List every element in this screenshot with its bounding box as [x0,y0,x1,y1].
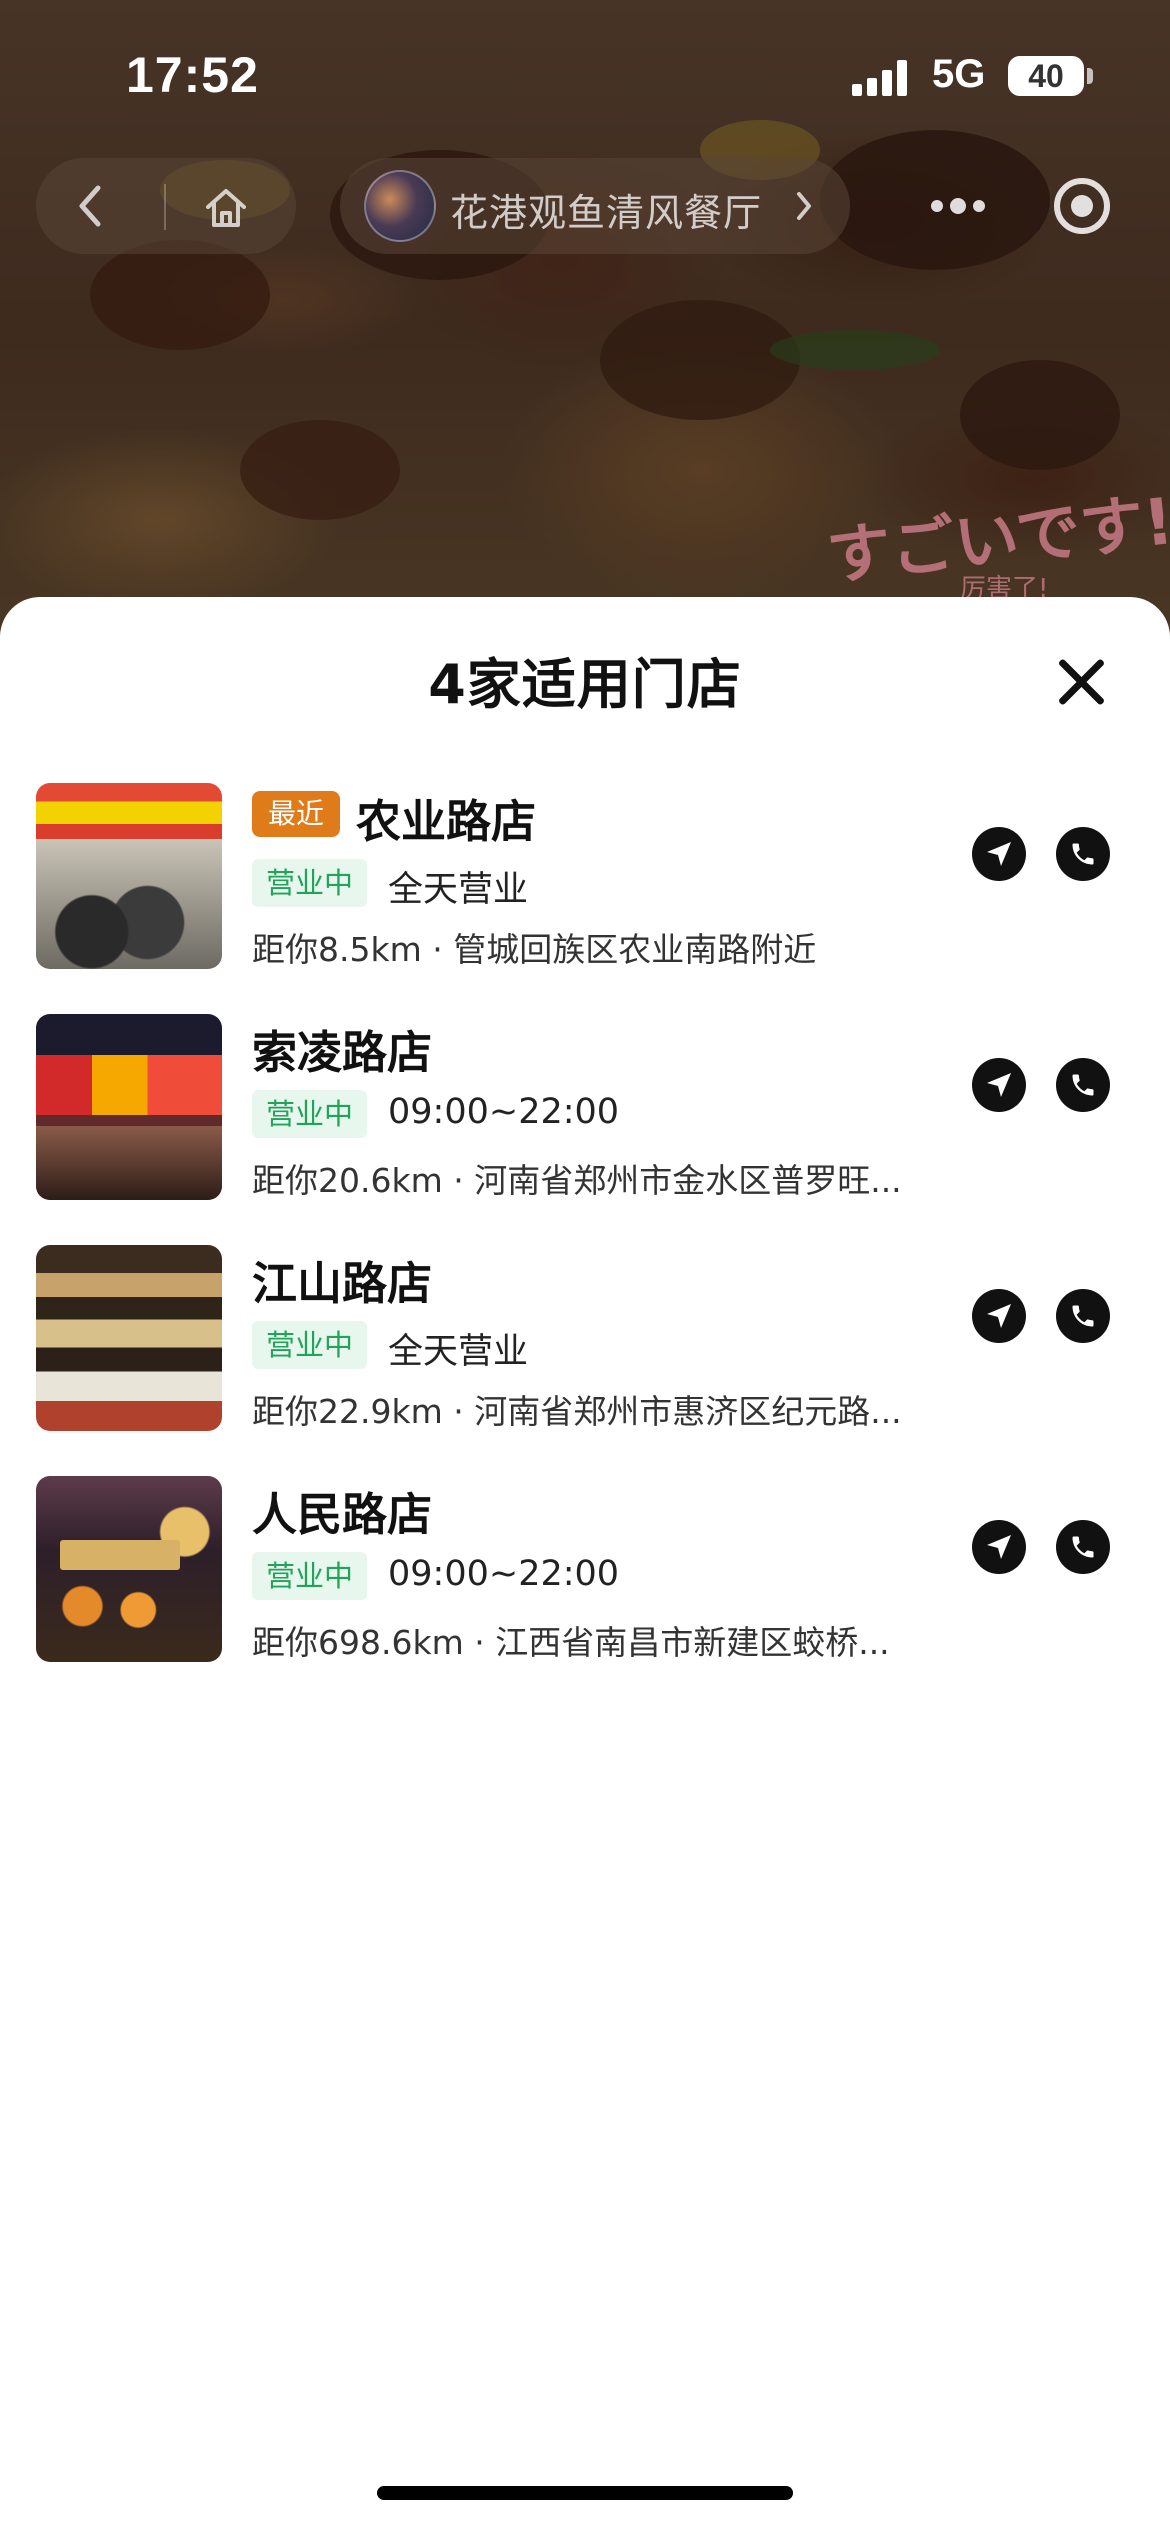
status-badge: 营业中 [252,859,368,907]
battery-icon: 40 [1008,56,1084,96]
home-icon[interactable] [196,178,256,238]
page: すごいです! 厉害了! 17:52 5G 40 花港观鱼清风餐厅 4家适用门店 … [0,0,1170,2532]
store-address: 距你20.6km · 河南省郑州市金水区普罗旺... [252,1161,902,1200]
store-thumbnail[interactable] [36,1014,222,1200]
phone-icon[interactable] [1056,1520,1110,1574]
status-time: 17:52 [126,47,259,103]
sheet-title: 4家适用门店 [428,653,742,716]
navigate-icon[interactable] [972,1289,1026,1343]
store-address: 距你698.6km · 江西省南昌市新建区蛟桥... [252,1623,890,1662]
store-item[interactable]: 人民路店 营业中 09:00~22:00 距你698.6km · 江西省南昌市新… [0,1476,1170,1676]
status-badge: 营业中 [252,1321,368,1369]
close-icon[interactable] [1054,654,1110,710]
chevron-left-icon[interactable] [60,176,120,236]
navigate-icon[interactable] [972,827,1026,881]
store-address: 距你22.9km · 河南省郑州市惠济区纪元路... [252,1392,902,1431]
store-thumbnail[interactable] [36,1476,222,1662]
store-item[interactable]: 索凌路店 营业中 09:00~22:00 距你20.6km · 河南省郑州市金水… [0,1014,1170,1214]
store-hours: 全天营业 [388,870,529,910]
home-indicator[interactable] [377,2486,793,2500]
store-hours: 09:00~22:00 [388,1554,620,1594]
recent-badge: 最近 [252,791,341,837]
more-dots-icon[interactable] [922,178,994,234]
store-name: 人民路店 [252,1488,433,1541]
battery-tip [1087,68,1093,84]
store-thumbnail[interactable] [36,783,222,969]
chevron-right-icon[interactable] [786,188,822,224]
store-thumbnail[interactable] [36,1245,222,1431]
status-bar: 17:52 5G 40 [0,0,1170,150]
signal-icon [852,60,912,96]
target-icon[interactable] [1054,178,1110,234]
store-name: 索凌路店 [252,1026,433,1079]
network-type: 5G [932,52,986,96]
store-name: 江山路店 [252,1257,433,1310]
navigate-icon[interactable] [972,1520,1026,1574]
store-item[interactable]: 江山路店 营业中 全天营业 距你22.9km · 河南省郑州市惠济区纪元路... [0,1245,1170,1445]
nav-divider [164,184,166,230]
phone-icon[interactable] [1056,1289,1110,1343]
store-name: 农业路店 [356,795,537,848]
status-badge: 营业中 [252,1552,368,1600]
store-hours: 全天营业 [388,1332,529,1372]
store-address: 距你8.5km · 管城回族区农业南路附近 [252,930,817,969]
navigate-icon[interactable] [972,1058,1026,1112]
store-hours: 09:00~22:00 [388,1092,620,1132]
status-badge: 营业中 [252,1090,368,1138]
store-item[interactable]: 最近 农业路店 营业中 全天营业 距你8.5km · 管城回族区农业南路附近 [0,783,1170,983]
shop-avatar[interactable] [364,170,436,242]
shop-name[interactable]: 花港观鱼清风餐厅 [450,182,762,237]
phone-icon[interactable] [1056,827,1110,881]
phone-icon[interactable] [1056,1058,1110,1112]
